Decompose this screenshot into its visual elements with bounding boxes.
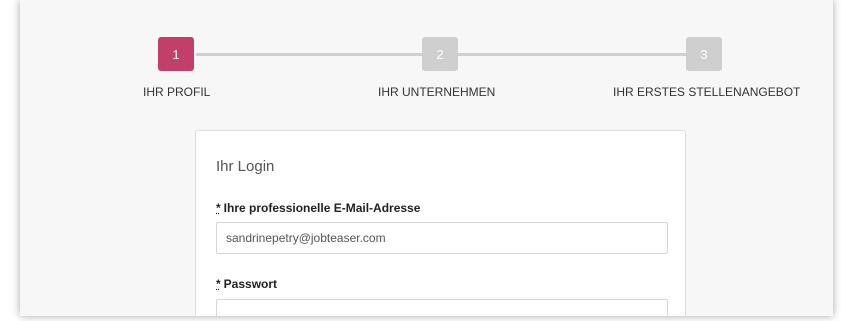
password-field[interactable] [216, 299, 668, 316]
step-1-indicator[interactable]: 1 [158, 37, 194, 71]
email-field[interactable] [216, 222, 668, 254]
step-2-indicator[interactable]: 2 [422, 37, 458, 71]
step-1-label: IHR PROFIL [143, 85, 211, 99]
required-marker: * [216, 201, 221, 215]
required-marker: * [216, 277, 221, 291]
email-label: * Ihre professionelle E-Mail-Adresse [216, 201, 420, 215]
step-connector-2 [458, 53, 686, 56]
step-3-indicator[interactable]: 3 [686, 37, 722, 71]
email-label-text: Ihre professionelle E-Mail-Adresse [223, 201, 421, 215]
login-card: Ihr Login * Ihre professionelle E-Mail-Ad… [195, 130, 686, 316]
progress-stepper: 1 2 3 IHR PROFIL IHR UNTERNEHMEN IHR ERS… [20, 0, 833, 110]
step-2-label: IHR UNTERNEHMEN [378, 85, 496, 99]
signup-page: 1 2 3 IHR PROFIL IHR UNTERNEHMEN IHR ERS… [20, 0, 833, 316]
card-title: Ihr Login [216, 158, 275, 175]
step-connector-1 [196, 53, 422, 56]
step-3-label: IHR ERSTES STELLENANGEBOT [613, 85, 801, 99]
password-label-text: Passwort [223, 277, 278, 291]
password-label: * Passwort [216, 277, 277, 291]
